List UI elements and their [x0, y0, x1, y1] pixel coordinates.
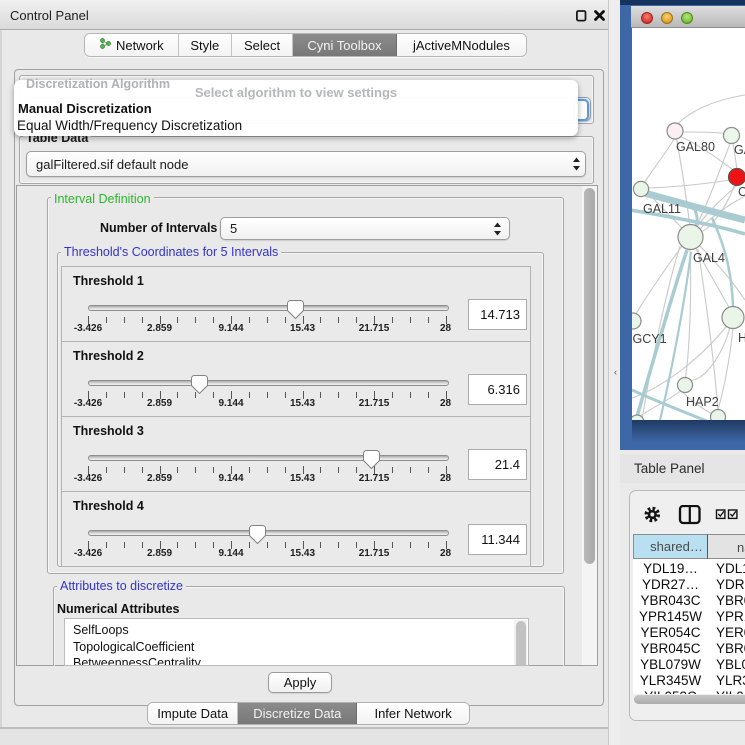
svg-text:GAL4: GAL4 — [693, 251, 725, 265]
svg-text:HAP2: HAP2 — [686, 395, 719, 409]
svg-text:GCY1: GCY1 — [633, 332, 667, 346]
svg-text:GA: GA — [734, 143, 745, 157]
svg-text:C: C — [738, 185, 745, 199]
svg-text:GAL11: GAL11 — [643, 202, 681, 216]
svg-text:H: H — [738, 331, 745, 345]
svg-text:GAL80: GAL80 — [676, 140, 715, 154]
